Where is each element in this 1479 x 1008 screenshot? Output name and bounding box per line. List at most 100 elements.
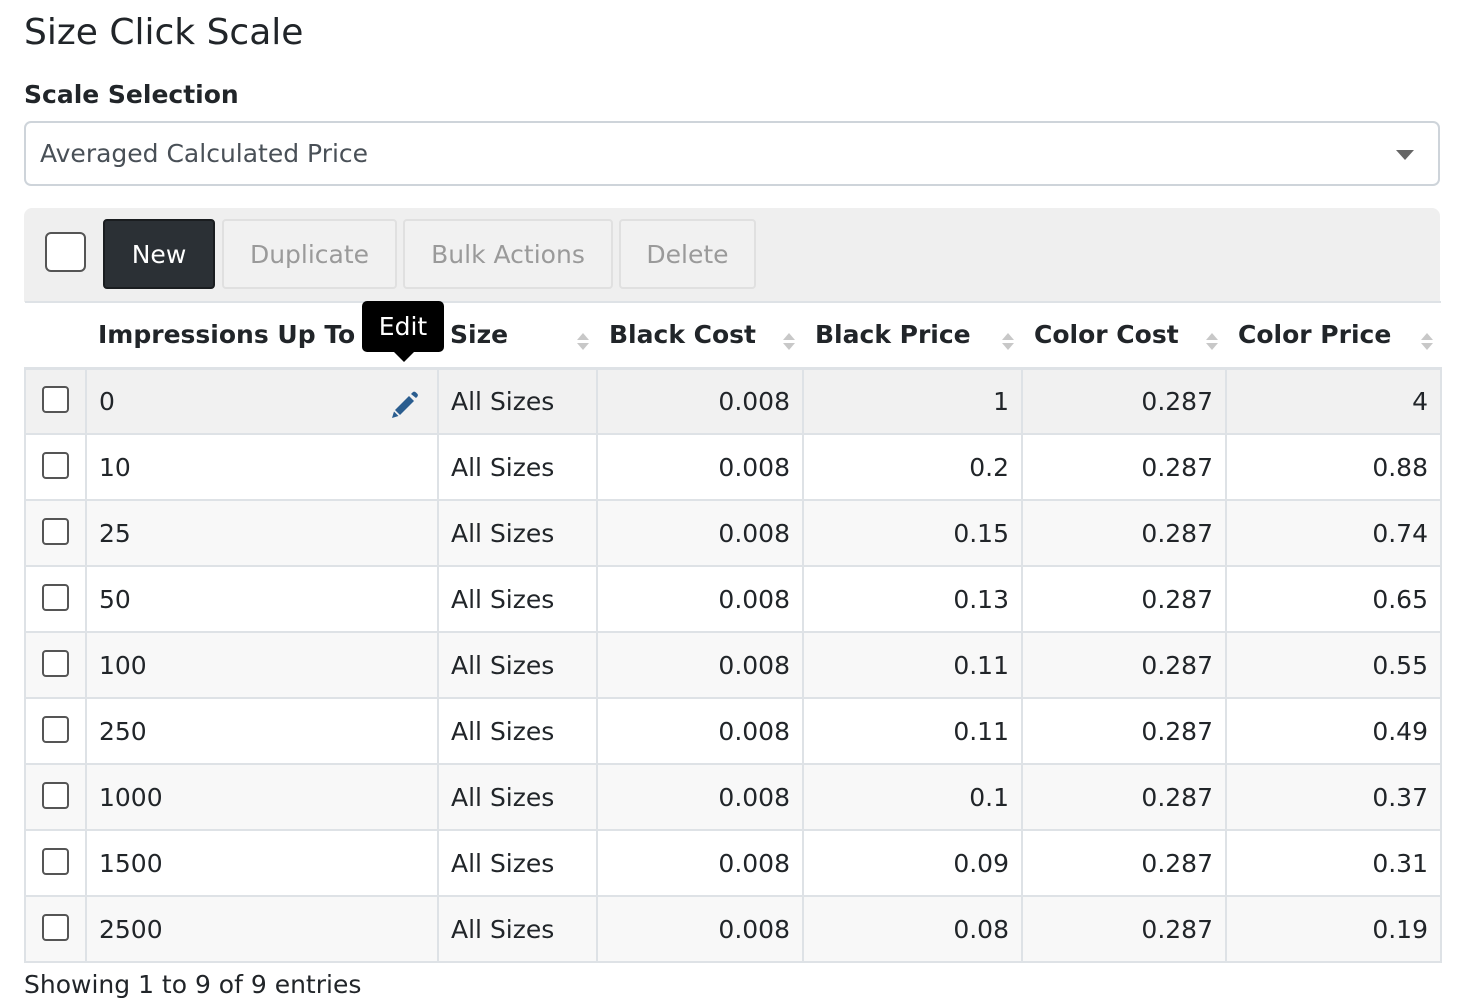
table-header-row: Impressions Up To Size Black Cost Black … [25,301,1441,370]
row-checkbox[interactable] [42,386,69,414]
table-row[interactable]: 250 All Sizes 0.008 0.11 0.287 0.49 [24,697,1442,765]
cell-size: All Sizes [437,631,598,699]
pencil-icon[interactable] [389,388,421,420]
cell-impressions: 0 [85,367,439,435]
cell-black-price: 0.09 [802,829,1023,897]
cell-color-price: 0.74 [1225,499,1442,567]
row-select-cell [24,367,87,435]
duplicate-button[interactable]: Duplicate [222,219,397,289]
header-label: Impressions Up To [98,320,356,350]
cell-black-cost: 0.008 [596,499,804,567]
cell-color-price: 4 [1225,367,1442,435]
scale-selection-dropdown[interactable]: Averaged Calculated Price [24,121,1440,186]
row-checkbox[interactable] [42,518,69,545]
header-label: Color Cost [1034,320,1179,350]
sort-icon [783,333,795,351]
table-row[interactable]: 25 All Sizes 0.008 0.15 0.287 0.74 [24,499,1442,567]
sort-icon [577,333,589,351]
cell-color-cost: 0.287 [1021,499,1227,567]
cell-black-price: 0.11 [802,697,1023,765]
cell-black-price: 0.13 [802,565,1023,633]
page: Size Click Scale Scale Selection Average… [0,0,1479,1008]
header-color-price[interactable]: Color Price [1226,301,1441,370]
bulk-actions-button[interactable]: Bulk Actions [403,219,613,289]
cell-black-price: 1 [802,367,1023,435]
tooltip-arrow [394,352,414,362]
header-size[interactable]: Size [438,301,597,370]
cell-color-price: 0.37 [1225,763,1442,831]
table-row[interactable]: 2500 All Sizes 0.008 0.08 0.287 0.19 [24,895,1442,963]
cell-black-price: 0.08 [802,895,1023,963]
cell-size: All Sizes [437,697,598,765]
cell-impressions: 250 [85,697,439,765]
scale-selection-label: Scale Selection [24,80,239,109]
table-row[interactable]: 100 All Sizes 0.008 0.11 0.287 0.55 [24,631,1442,699]
header-color-cost[interactable]: Color Cost [1022,301,1226,370]
scale-table: Impressions Up To Size Black Cost Black … [24,301,1442,963]
cell-color-cost: 0.287 [1021,763,1227,831]
cell-black-cost: 0.008 [596,697,804,765]
row-checkbox[interactable] [42,452,69,479]
cell-black-price: 0.2 [802,433,1023,501]
header-label: Color Price [1238,320,1392,350]
cell-size: All Sizes [437,565,598,633]
table-row[interactable]: 10 All Sizes 0.008 0.2 0.287 0.88 [24,433,1442,501]
cell-size: All Sizes [437,367,598,435]
row-checkbox[interactable] [42,782,69,809]
cell-color-cost: 0.287 [1021,631,1227,699]
row-select-cell [24,631,87,699]
row-select-cell [24,499,87,567]
sort-icon [1002,333,1014,351]
cell-color-cost: 0.287 [1021,829,1227,897]
row-checkbox[interactable] [42,716,69,743]
header-label: Black Cost [609,320,756,350]
delete-button[interactable]: Delete [619,219,756,289]
scale-selection-value: Averaged Calculated Price [40,139,369,168]
cell-impressions: 50 [85,565,439,633]
header-label: Black Price [815,320,971,350]
new-button[interactable]: New [103,219,215,289]
table-row[interactable]: 1000 All Sizes 0.008 0.1 0.287 0.37 [24,763,1442,831]
row-select-cell [24,697,87,765]
cell-size: All Sizes [437,829,598,897]
cell-black-cost: 0.008 [596,631,804,699]
cell-impressions: 10 [85,433,439,501]
header-label: Size [450,320,509,350]
cell-color-price: 0.31 [1225,829,1442,897]
cell-size: All Sizes [437,895,598,963]
table-row[interactable]: 0 All Sizes 0.008 1 0.287 4 [24,367,1442,435]
table-row[interactable]: 1500 All Sizes 0.008 0.09 0.287 0.31 [24,829,1442,897]
table-info: Showing 1 to 9 of 9 entries [24,970,362,999]
row-checkbox[interactable] [42,584,69,611]
cell-color-price: 0.55 [1225,631,1442,699]
header-black-cost[interactable]: Black Cost [597,301,803,370]
cell-color-cost: 0.287 [1021,367,1227,435]
cell-black-cost: 0.008 [596,763,804,831]
cell-black-cost: 0.008 [596,829,804,897]
row-checkbox[interactable] [42,848,69,875]
row-select-cell [24,433,87,501]
row-select-cell [24,829,87,897]
cell-impressions: 1000 [85,763,439,831]
cell-size: All Sizes [437,433,598,501]
cell-black-cost: 0.008 [596,565,804,633]
cell-color-cost: 0.287 [1021,565,1227,633]
row-checkbox[interactable] [42,650,69,677]
cell-black-price: 0.11 [802,631,1023,699]
row-select-cell [24,763,87,831]
header-black-price[interactable]: Black Price [803,301,1022,370]
cell-black-cost: 0.008 [596,895,804,963]
cell-impressions: 25 [85,499,439,567]
cell-color-cost: 0.287 [1021,895,1227,963]
cell-color-price: 0.65 [1225,565,1442,633]
table-body: 0 All Sizes 0.008 1 0.287 4 10 All Sizes 0.008 0.… [24,367,1442,963]
cell-impressions: 2500 [85,895,439,963]
chevron-down-icon [1396,150,1414,160]
table-row[interactable]: 50 All Sizes 0.008 0.13 0.287 0.65 [24,565,1442,633]
row-checkbox[interactable] [42,914,69,941]
row-select-cell [24,565,87,633]
page-title: Size Click Scale [24,12,304,53]
select-all-checkbox[interactable] [45,232,86,272]
cell-impressions: 1500 [85,829,439,897]
cell-size: All Sizes [437,499,598,567]
